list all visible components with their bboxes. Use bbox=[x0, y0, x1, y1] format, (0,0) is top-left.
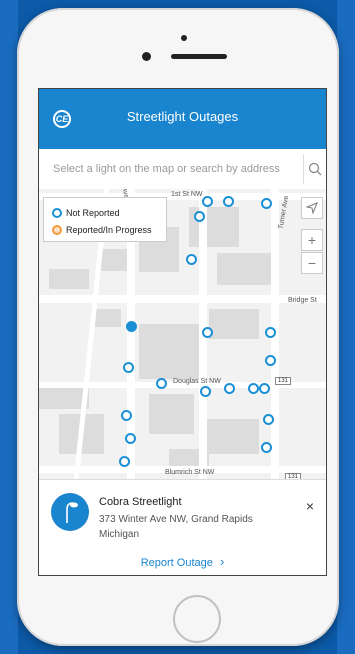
streetlight-address: 373 Winter Ave NW, Grand Rapids Michigan bbox=[99, 514, 253, 540]
streetlight-pin[interactable] bbox=[265, 327, 276, 338]
legend-reported: Reported/In Progress bbox=[52, 223, 152, 237]
minus-icon: − bbox=[307, 255, 317, 271]
map-block bbox=[49, 269, 89, 289]
street-label: 1st St NW bbox=[171, 191, 203, 198]
app-header: CE Streetlight Outages bbox=[39, 89, 326, 149]
streetlight-pin[interactable] bbox=[265, 355, 276, 366]
map-block bbox=[204, 419, 259, 454]
map-block bbox=[209, 309, 259, 339]
streetlight-pin[interactable] bbox=[261, 442, 272, 453]
zoom-in-button[interactable]: + bbox=[301, 229, 323, 251]
street-label: Bridge St bbox=[288, 297, 317, 304]
streetlight-pin[interactable] bbox=[223, 196, 234, 207]
street-label: Blumrich St NW bbox=[165, 469, 215, 476]
street-label: Turner Ave bbox=[277, 195, 291, 230]
streetlight-info-card: Cobra Streetlight 373 Winter Ave NW, Gra… bbox=[39, 479, 326, 575]
streetlight-icon bbox=[51, 493, 89, 531]
street-label: Douglas St NW bbox=[173, 378, 221, 385]
streetlight-pin[interactable] bbox=[263, 414, 274, 425]
streetlight-pin[interactable] bbox=[119, 456, 130, 467]
map-block bbox=[139, 324, 199, 379]
road bbox=[39, 295, 326, 303]
streetlight-pin[interactable] bbox=[186, 254, 197, 265]
streetlight-pin[interactable] bbox=[194, 211, 205, 222]
close-icon[interactable]: × bbox=[306, 498, 314, 514]
streetlight-pin[interactable] bbox=[261, 198, 272, 209]
map-block bbox=[149, 394, 194, 434]
locate-button[interactable] bbox=[301, 197, 323, 219]
chevron-right-icon: › bbox=[219, 554, 225, 569]
streetlight-pin[interactable] bbox=[202, 196, 213, 207]
zoom-out-button[interactable]: − bbox=[301, 252, 323, 274]
streetlight-pin[interactable] bbox=[121, 410, 132, 421]
front-camera bbox=[142, 52, 151, 61]
streetlight-pin[interactable] bbox=[123, 362, 134, 373]
legend-not-reported: Not Reported bbox=[52, 206, 120, 220]
map-legend: Not Reported Reported/In Progress bbox=[43, 197, 167, 242]
plus-icon: + bbox=[307, 232, 317, 248]
search-bar bbox=[39, 149, 326, 190]
streetlight-pin-selected[interactable] bbox=[126, 321, 137, 332]
background-stripe-left bbox=[0, 0, 18, 654]
map-view[interactable]: 1st St NW Turner Ave Ave Bridge St Dougl… bbox=[39, 189, 326, 479]
search-icon bbox=[308, 162, 322, 176]
camera-dot bbox=[181, 35, 187, 41]
background-stripe-right bbox=[337, 0, 355, 654]
map-block bbox=[217, 253, 272, 285]
highway-shield: 131 bbox=[275, 377, 292, 385]
navigation-arrow-icon bbox=[306, 202, 318, 214]
streetlight-pin[interactable] bbox=[248, 383, 259, 394]
map-block bbox=[99, 249, 129, 271]
page-title: Streetlight Outages bbox=[126, 109, 239, 124]
streetlight-pin[interactable] bbox=[156, 378, 167, 389]
home-button[interactable] bbox=[173, 595, 221, 643]
streetlight-pin[interactable] bbox=[224, 383, 235, 394]
search-input[interactable] bbox=[45, 155, 299, 183]
streetlight-pin[interactable] bbox=[259, 383, 270, 394]
speaker-grille bbox=[171, 54, 227, 59]
streetlight-pin[interactable] bbox=[200, 386, 211, 397]
reported-dot-icon bbox=[52, 225, 62, 235]
streetlight-pin[interactable] bbox=[125, 433, 136, 444]
streetlight-name: Cobra Streetlight bbox=[99, 496, 182, 508]
report-outage-button[interactable]: Report Outage › bbox=[39, 554, 326, 569]
streetlight-pin[interactable] bbox=[202, 327, 213, 338]
not-reported-dot-icon bbox=[52, 208, 62, 218]
app-screen: CE Streetlight Outages Select a light on… bbox=[38, 88, 327, 576]
search-button[interactable] bbox=[303, 154, 326, 184]
